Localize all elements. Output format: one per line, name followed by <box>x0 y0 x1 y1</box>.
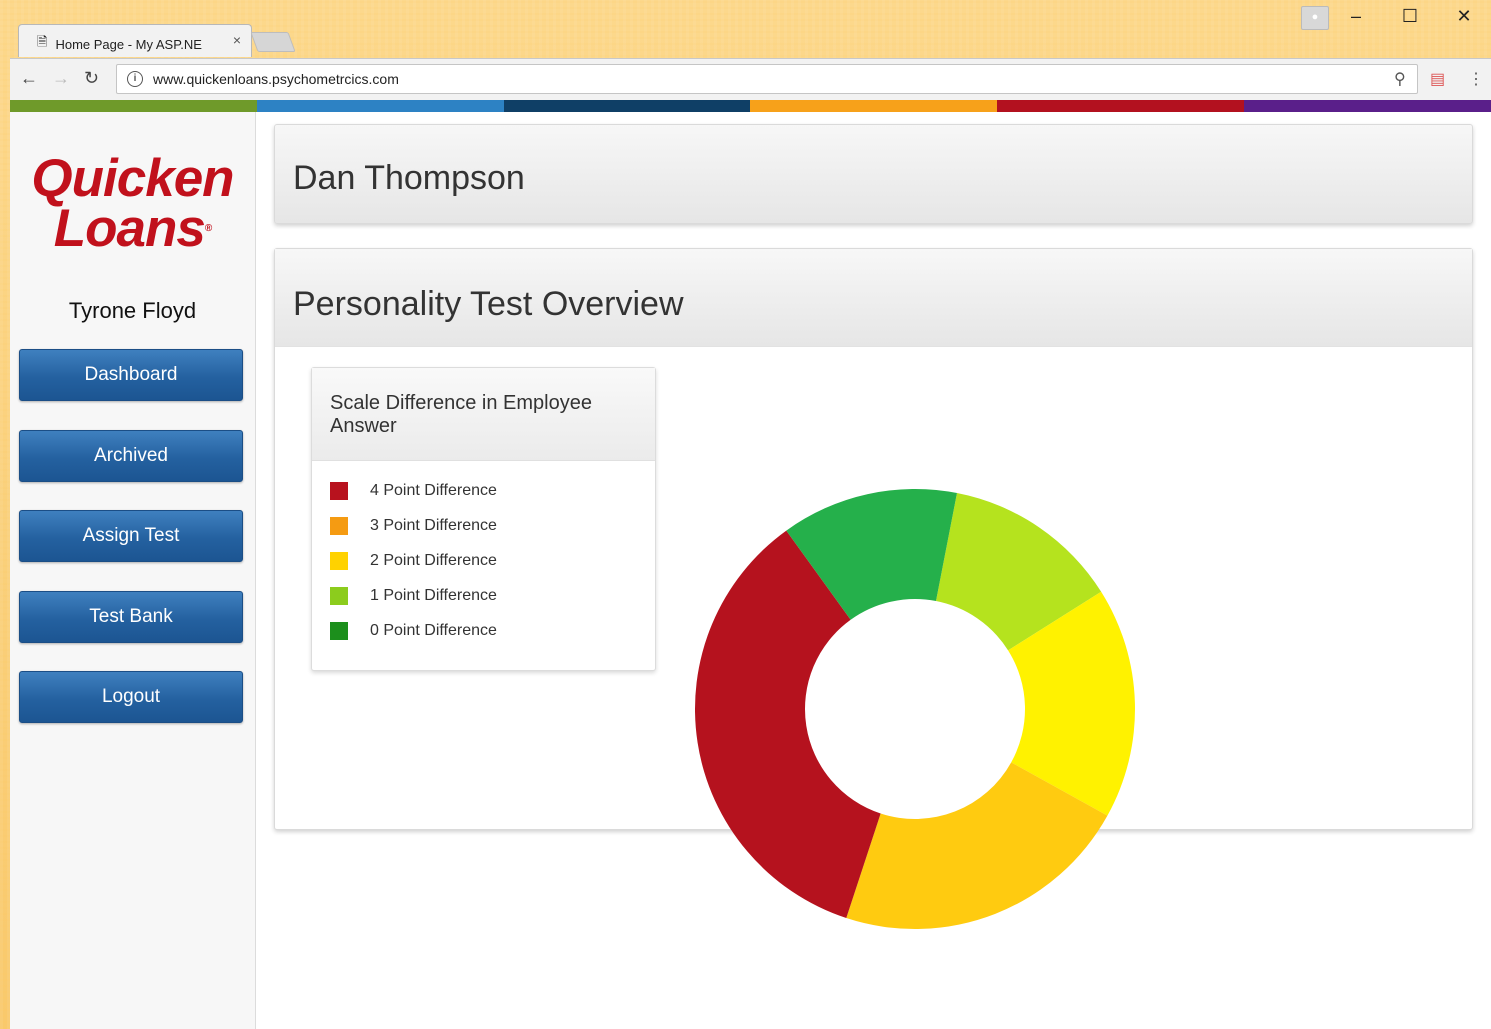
stripe-segment <box>503 100 751 112</box>
legend-label: 0 Point Difference <box>370 622 497 639</box>
legend-label: 4 Point Difference <box>370 482 497 499</box>
browser-toolbar: ← → ↻ i www.quickenloans.psychometrcics.… <box>10 58 1491 101</box>
page-icon: 🗎 <box>37 34 48 49</box>
maximize-icon[interactable]: ☐ <box>1383 6 1437 27</box>
menu-icon[interactable]: ⋮ <box>1468 69 1484 89</box>
legend-label: 1 Point Difference <box>370 587 497 604</box>
legend-swatch <box>330 552 348 570</box>
stripe-segment <box>256 100 504 112</box>
donut-chart <box>695 489 1135 929</box>
assign-test-button[interactable]: Assign Test <box>19 510 243 562</box>
sidebar: Quicken Loans® Tyrone Floyd Dashboard Ar… <box>10 112 256 1029</box>
browser-chrome: 🗎 Home Page - My ASP.NE × ● – ☐ ✕ ← → ↻ … <box>10 0 1491 101</box>
legend-item: 2 Point Difference <box>330 552 497 570</box>
back-icon[interactable]: ← <box>20 68 38 89</box>
legend-swatch <box>330 482 348 500</box>
employee-header-panel: Dan Thompson <box>274 124 1473 224</box>
stripe-segment <box>10 100 257 112</box>
legend-swatch <box>330 587 348 605</box>
info-icon[interactable]: i <box>127 71 143 87</box>
legend-item: 4 Point Difference <box>330 482 497 500</box>
tab-close-icon[interactable]: × <box>233 32 241 48</box>
logo-line1: Quicken <box>31 149 234 208</box>
employee-name: Dan Thompson <box>293 159 525 197</box>
tab-title: Home Page - My ASP.NE <box>55 36 202 52</box>
legend-item: 0 Point Difference <box>330 622 497 640</box>
quicken-loans-logo: Quicken Loans® <box>20 149 245 255</box>
main-content: Dan Thompson Personality Test Overview S… <box>256 112 1491 1029</box>
legend-label: 2 Point Difference <box>370 552 497 569</box>
overview-panel-header: Personality Test Overview <box>275 249 1472 347</box>
minimize-icon[interactable]: – <box>1329 6 1383 27</box>
legend-swatch <box>330 622 348 640</box>
url-text: www.quickenloans.psychometrcics.com <box>153 71 399 87</box>
legend-item: 3 Point Difference <box>330 517 497 535</box>
legend-swatch <box>330 517 348 535</box>
user-name: Tyrone Floyd <box>68 298 197 323</box>
stripe-segment <box>1244 100 1491 112</box>
legend-label: 3 Point Difference <box>370 517 497 534</box>
legend-header: Scale Difference in Employee Answer <box>312 368 655 461</box>
address-bar[interactable]: i www.quickenloans.psychometrcics.com <box>116 64 1418 94</box>
overview-panel: Personality Test Overview Scale Differen… <box>274 248 1473 929</box>
reload-icon[interactable]: ↻ <box>84 68 99 89</box>
extension-icon[interactable]: ▤ <box>1430 69 1445 89</box>
test-bank-button[interactable]: Test Bank <box>19 591 243 643</box>
forward-icon[interactable]: → <box>52 68 70 89</box>
legend-item: 1 Point Difference <box>330 587 497 605</box>
logo-line2: Loans <box>53 199 206 258</box>
archived-button[interactable]: Archived <box>19 430 243 482</box>
overview-title: Personality Test Overview <box>293 285 684 323</box>
profile-icon[interactable]: ● <box>1301 6 1329 30</box>
new-tab-button[interactable] <box>250 32 296 52</box>
brand-stripe <box>10 100 1491 112</box>
legend-title: Scale Difference in Employee Answer <box>330 392 592 437</box>
dashboard-button[interactable]: Dashboard <box>19 349 243 401</box>
logout-button[interactable]: Logout <box>19 671 243 723</box>
stripe-segment <box>750 100 998 112</box>
key-icon[interactable]: ⚲ <box>1394 69 1406 89</box>
close-icon[interactable]: ✕ <box>1437 6 1491 27</box>
chart-legend: Scale Difference in Employee Answer 4 Po… <box>311 367 656 671</box>
stripe-segment <box>997 100 1245 112</box>
browser-tab[interactable]: 🗎 Home Page - My ASP.NE × <box>18 24 252 57</box>
registered-mark: ® <box>204 223 212 234</box>
